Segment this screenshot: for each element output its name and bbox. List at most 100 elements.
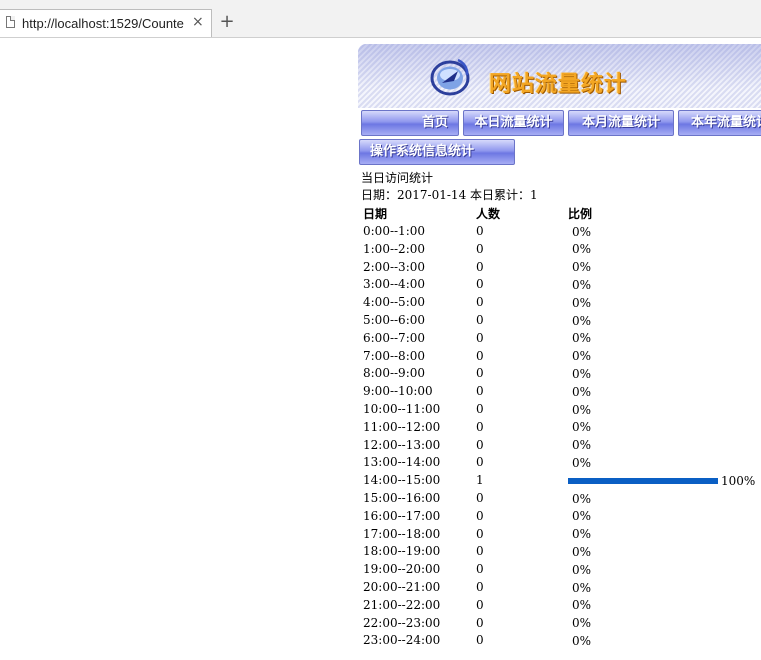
section-title: 当日访问统计 [361,171,434,185]
ratio-cell: 0% [568,420,591,435]
hour-range: 17:00--18:00 [363,526,441,541]
hour-range: 7:00--8:00 [363,348,426,363]
hour-range: 19:00--20:00 [363,562,441,577]
ratio-percent: 0% [572,562,592,577]
ratio-cell: 0% [568,260,591,275]
ratio-cell: 0% [568,277,591,292]
visitor-count: 0 [476,615,484,630]
ratio-percent: 0% [572,384,592,399]
table-row: 17:00--18:00 0 0% [361,527,761,544]
ratio-cell: 0% [568,616,591,631]
visitor-count: 0 [476,259,484,274]
hour-range: 10:00--11:00 [363,402,441,416]
visitor-count: 0 [476,597,484,612]
table-row: 22:00--23:00 0 0% [361,616,761,633]
table-row: 14:00--15:00 1 100% [361,473,761,490]
visitor-count: 0 [476,562,484,577]
visitor-count: 0 [476,526,484,541]
total-value: 1 [530,188,538,202]
ratio-percent: 0% [572,580,592,595]
hour-range: 16:00--17:00 [363,508,441,523]
ratio-percent: 0% [572,544,592,559]
visitor-count: 0 [476,313,484,327]
table-row: 16:00--17:00 0 0% [361,509,761,526]
browser-tab[interactable]: http://localhost:1529/Counte × [0,9,212,37]
ratio-percent: 0% [572,420,592,435]
ratio-percent: 0% [572,491,592,506]
nav-yearly-stats-button[interactable]: 本年流量统计 [678,110,761,136]
hour-range: 1:00--2:00 [363,241,426,256]
ratio-cell: 0% [568,331,591,346]
hour-range: 14:00--15:00 [363,473,441,488]
hour-range: 12:00--13:00 [363,437,441,452]
visitor-count: 0 [476,455,484,470]
table-row: 20:00--21:00 0 0% [361,580,761,597]
ratio-cell: 0% [568,598,591,613]
ratio-percent: 0% [572,366,592,381]
ratio-cell: 0% [568,527,591,542]
hour-range: 0:00--1:00 [363,224,426,238]
new-tab-button[interactable]: + [217,11,237,33]
logo-icon [430,58,470,96]
hour-range: 22:00--23:00 [363,615,441,630]
hour-range: 13:00--14:00 [363,455,441,470]
hour-range: 6:00--7:00 [363,330,426,345]
table-row: 7:00--8:00 0 0% [361,349,761,366]
table-row: 9:00--10:00 0 0% [361,384,761,401]
table-row: 0:00--1:00 0 0% [361,224,761,241]
hour-range: 15:00--16:00 [363,491,441,505]
visitor-count: 0 [476,241,484,256]
ratio-percent: 0% [572,598,592,613]
ratio-cell: 0% [568,509,591,524]
ratio-cell: 0% [568,580,591,595]
header-ratio: 比例 [568,207,593,221]
date-value: 2017-01-14 [397,188,467,202]
table-row: 6:00--7:00 0 0% [361,331,761,348]
hour-range: 9:00--10:00 [363,384,433,399]
visitor-count: 0 [476,633,484,648]
table-row: 15:00--16:00 0 0% [361,491,761,508]
ratio-percent: 0% [572,313,592,328]
browser-tab-strip: http://localhost:1529/Counte × + [0,0,761,38]
ratio-percent: 0% [572,616,592,631]
date-label: 日期： [361,188,398,202]
close-tab-icon[interactable]: × [192,14,204,30]
table-row: 2:00--3:00 0 0% [361,260,761,277]
visitor-count: 0 [476,437,484,452]
table-row: 21:00--22:00 0 0% [361,598,761,615]
nav-os-stats-button[interactable]: 操作系统信息统计 [359,139,515,165]
ratio-cell: 0% [568,366,591,381]
visitor-count: 0 [476,491,484,505]
table-row: 1:00--2:00 0 0% [361,242,761,259]
visitor-count: 0 [476,277,484,292]
hour-range: 21:00--22:00 [363,597,441,612]
ratio-cell: 0% [568,384,591,399]
tab-title: http://localhost:1529/Counte [22,16,184,31]
ratio-cell: 0% [568,224,591,239]
table-row: 3:00--4:00 0 0% [361,277,761,294]
ratio-cell: 0% [568,562,591,577]
hour-range: 20:00--21:00 [363,580,441,594]
hour-range: 2:00--3:00 [363,259,426,274]
ratio-cell: 0% [568,242,591,257]
hour-range: 4:00--5:00 [363,295,426,310]
nav-monthly-stats-button[interactable]: 本月流量统计 [568,110,674,136]
ratio-bar [568,477,718,484]
header-count: 人数 [476,207,501,221]
visitor-count: 0 [476,384,484,399]
hour-range: 3:00--4:00 [363,277,426,292]
ratio-percent: 0% [572,349,592,364]
table-row: 8:00--9:00 0 0% [361,366,761,383]
nav-daily-stats-button[interactable]: 本日流量统计 [463,110,564,136]
visitor-count: 0 [476,366,484,381]
header-date: 日期 [363,207,388,221]
visitor-count: 0 [476,330,484,345]
nav-home-button[interactable]: 首页 [361,110,459,136]
table-row: 10:00--11:00 0 0% [361,402,761,419]
ratio-percent: 0% [572,224,592,239]
ratio-cell: 0% [568,402,591,417]
ratio-cell: 0% [568,295,591,310]
ratio-cell: 0% [568,349,591,364]
visitor-count: 0 [476,295,484,310]
table-row: 12:00--13:00 0 0% [361,438,761,455]
